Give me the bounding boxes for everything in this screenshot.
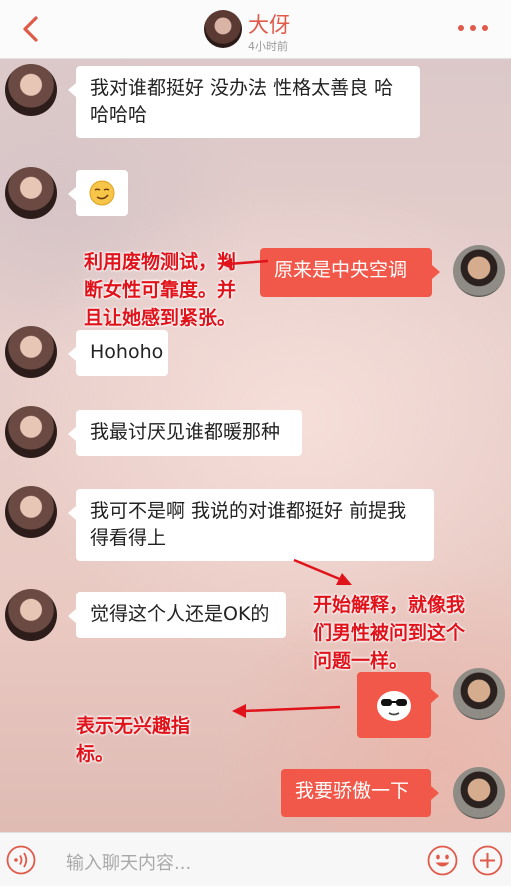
message-text: 我最讨厌见谁都暖那种 <box>90 421 281 443</box>
contact-avatar[interactable] <box>204 10 242 48</box>
avatar[interactable] <box>5 326 57 378</box>
annotation-text: 开始解释，就像我们男性被问到这个问题一样。 <box>313 594 466 672</box>
more-dot <box>482 25 488 31</box>
message-bubble[interactable] <box>68 170 128 216</box>
message-text: 我要骄傲一下 <box>295 780 410 802</box>
message-bubble[interactable]: 我最讨厌见谁都暖那种 <box>68 410 302 456</box>
avatar-self[interactable] <box>453 767 505 819</box>
message-bubble[interactable]: 觉得这个人还是OK的 <box>68 592 286 638</box>
message-bubble[interactable]: 我对谁都挺好 没办法 性格太善良 哈哈哈哈 <box>68 66 420 138</box>
message-input[interactable]: 输入聊天内容... <box>66 849 191 875</box>
avatar[interactable] <box>5 486 57 538</box>
avatar[interactable] <box>5 64 57 116</box>
annotation-arrow <box>293 558 352 585</box>
contact-name: 大伢 <box>248 13 290 37</box>
plus-icon <box>472 845 503 876</box>
message-bubble[interactable]: 我可不是啊 我说的对谁都挺好 前提我得看得上 <box>68 489 434 561</box>
message-text: 我可不是啊 我说的对谁都挺好 前提我得看得上 <box>90 500 407 549</box>
message-text: 原来是中央空调 <box>274 259 408 281</box>
voice-icon <box>6 845 36 875</box>
back-button[interactable] <box>14 10 50 48</box>
avatar[interactable] <box>5 167 57 219</box>
message-bubble-self[interactable]: 原来是中央空调 <box>260 248 440 297</box>
message-bubble-self[interactable] <box>357 672 439 738</box>
sunglasses-face-icon <box>377 691 411 721</box>
last-active-time: 4小时前 <box>248 40 288 53</box>
annotation-text: 表示无兴趣指标。 <box>76 715 191 765</box>
annotation-text: 利用废物测试，判断女性可靠度。并且让她感到紧张。 <box>84 251 237 329</box>
more-dots-icon <box>458 25 464 31</box>
emoji-button[interactable] <box>427 845 458 876</box>
message-text: 觉得这个人还是OK的 <box>90 603 270 625</box>
more-dot <box>470 25 476 31</box>
chevron-left-icon <box>23 16 38 42</box>
chat-header: 大伢 4小时前 <box>0 0 511 59</box>
add-attachment-button[interactable] <box>472 845 503 876</box>
message-bubble-self[interactable]: 我要骄傲一下 <box>281 769 439 817</box>
emoji-icon <box>427 845 458 876</box>
message-bubble[interactable]: Hohoho <box>68 330 168 376</box>
avatar[interactable] <box>5 406 57 458</box>
more-button[interactable] <box>458 22 490 34</box>
avatar[interactable] <box>5 589 57 641</box>
message-text: Hohoho <box>90 341 164 363</box>
smirk-face-icon <box>89 180 115 206</box>
annotation-arrow <box>232 704 341 718</box>
message-text: 我对谁都挺好 没办法 性格太善良 哈哈哈哈 <box>90 77 394 126</box>
input-bar: 输入聊天内容... <box>0 832 511 886</box>
voice-button[interactable] <box>6 845 36 875</box>
avatar-self[interactable] <box>453 245 505 297</box>
avatar-self[interactable] <box>453 668 505 720</box>
